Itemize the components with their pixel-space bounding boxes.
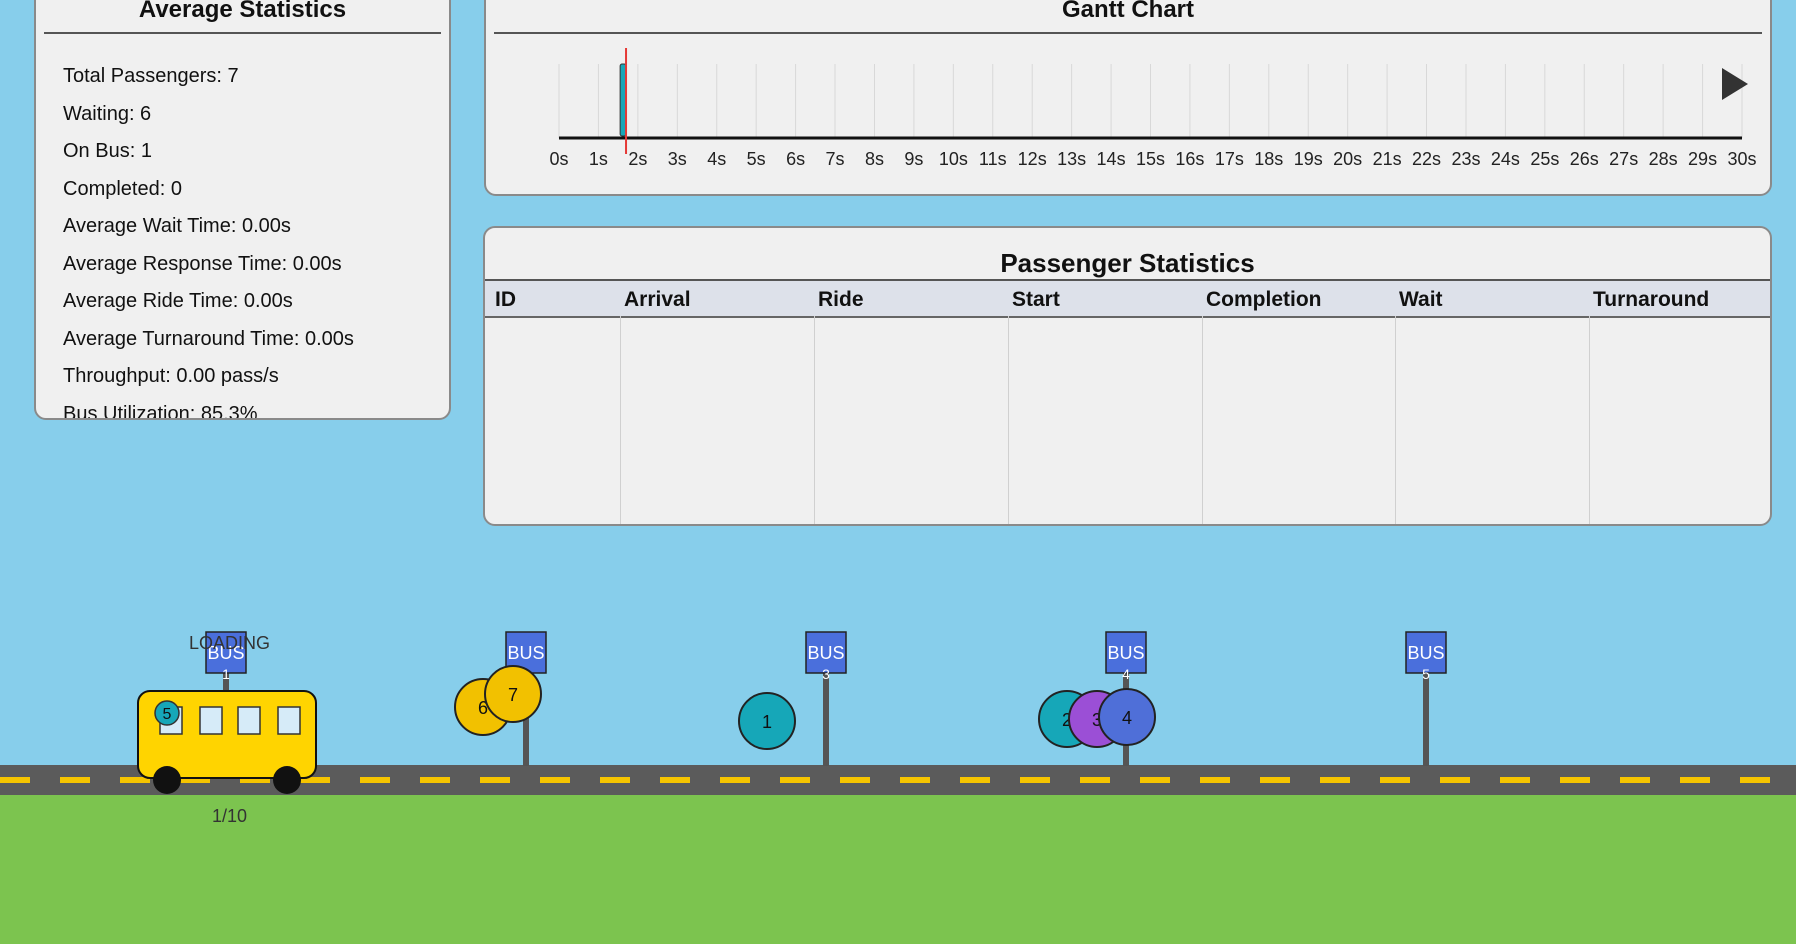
lane-dash	[420, 777, 450, 783]
lane-dash	[360, 777, 390, 783]
simulation-scene: BUS1BUS2BUS3BUS4BUS55671234	[0, 631, 1770, 794]
lane-dash	[1440, 777, 1470, 783]
bus-stop-number: 3	[822, 666, 830, 682]
bus-wheel	[273, 766, 301, 794]
lane-dash	[1740, 777, 1770, 783]
lane-dash	[600, 777, 630, 783]
lane-dash	[1200, 777, 1230, 783]
bus-stop-number: 4	[1122, 666, 1130, 682]
lane-dash	[1140, 777, 1170, 783]
passenger-label: 7	[508, 685, 518, 705]
lane-dash	[540, 777, 570, 783]
bus-stop-label: BUS	[507, 643, 544, 663]
bus-window	[237, 706, 261, 735]
passenger-label: 1	[762, 712, 772, 732]
lane-dash	[1680, 777, 1710, 783]
lane-dash	[1620, 777, 1650, 783]
lane-dash	[780, 777, 810, 783]
bus-status-label: LOADING	[189, 633, 271, 653]
passenger-label: 4	[1122, 708, 1132, 728]
bus-window	[199, 706, 223, 735]
lane-dash	[480, 777, 510, 783]
lane-dash	[0, 777, 30, 783]
lane-dash	[1500, 777, 1530, 783]
lane-dash	[1380, 777, 1410, 783]
bus-capacity-label: 1/10	[212, 806, 248, 826]
lane-dash	[840, 777, 870, 783]
bus-stop-label: BUS	[1407, 643, 1444, 663]
bus-stop-pole	[1423, 672, 1429, 766]
bus-stop-label: BUS	[807, 643, 844, 663]
lane-dash	[1320, 777, 1350, 783]
lane-dash	[900, 777, 930, 783]
lane-dash	[660, 777, 690, 783]
bus-stop-number: 1	[222, 666, 230, 682]
lane-dash	[1080, 777, 1110, 783]
lane-dash	[60, 777, 90, 783]
lane-dash	[960, 777, 990, 783]
bus-window	[277, 706, 301, 735]
bus-wheel	[153, 766, 181, 794]
bus-passenger-label: 5	[163, 706, 172, 723]
lane-dash	[720, 777, 750, 783]
lane-dash	[1020, 777, 1050, 783]
bus-stop-label: BUS	[1107, 643, 1144, 663]
lane-dash	[1260, 777, 1290, 783]
bus-stop-pole	[823, 672, 829, 766]
lane-dash	[1560, 777, 1590, 783]
bus-stop-number: 5	[1422, 666, 1430, 682]
